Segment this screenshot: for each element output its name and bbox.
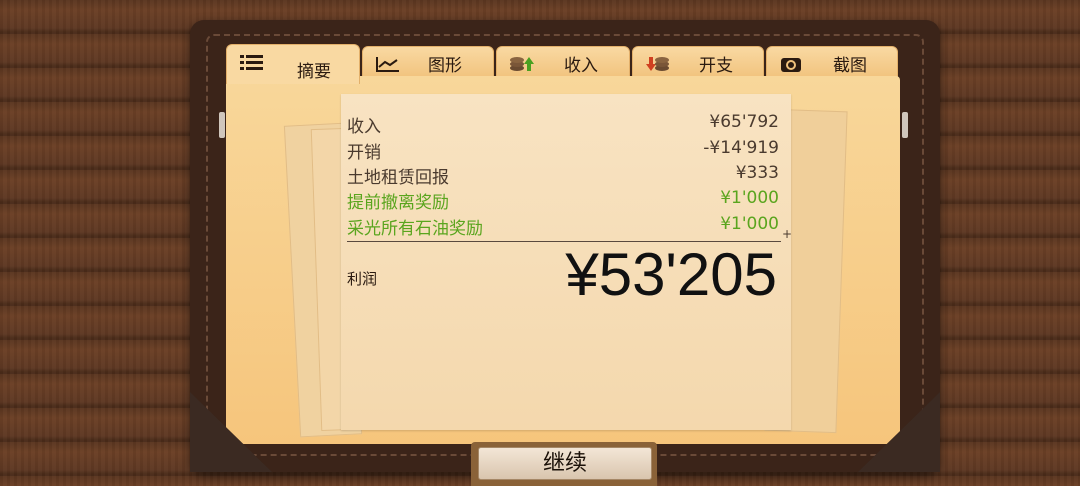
coins-up-icon (509, 55, 535, 73)
camera-icon (779, 55, 805, 73)
tab-graph[interactable]: 图形 (362, 46, 494, 80)
sum-plus-sign: + (782, 227, 793, 241)
summary-sheet: 收入 ¥65'792 开销 -¥14'919 土地租赁回报 ¥333 提前撤离奖… (341, 94, 793, 430)
row-label: 采光所有石油奖励 (347, 219, 483, 239)
chart-icon (375, 55, 401, 73)
row-value: ¥65'792 (709, 112, 779, 132)
row-label: 土地租赁回报 (347, 168, 449, 188)
tab-summary[interactable]: 摘要 (226, 44, 360, 84)
binder-corner-left (190, 392, 272, 472)
tab-expenses[interactable]: 开支 (632, 46, 764, 80)
list-icon (239, 53, 265, 71)
tab-income-label: 收入 (564, 55, 598, 76)
summary-row-land-lease: 土地租赁回报 ¥333 (347, 163, 779, 188)
tab-screenshot[interactable]: 截图 (766, 46, 898, 80)
row-label: 收入 (347, 117, 381, 137)
row-value: ¥1'000 (720, 214, 779, 234)
row-label: 提前撤离奖励 (347, 193, 449, 213)
binder-clip-right (902, 112, 908, 138)
row-value: ¥1'000 (720, 188, 779, 208)
tab-income[interactable]: 收入 (496, 46, 630, 80)
summary-row-income: 收入 ¥65'792 (347, 112, 779, 137)
profit-value: ¥53'205 (565, 241, 777, 308)
continue-button[interactable]: 继续 (478, 447, 652, 480)
summary-row-expenses: 开销 -¥14'919 (347, 138, 779, 163)
tab-graph-label: 图形 (428, 55, 462, 76)
summary-row-oil-bonus: 采光所有石油奖励 ¥1'000 (347, 214, 779, 239)
tab-screenshot-label: 截图 (833, 55, 867, 76)
row-value: -¥14'919 (703, 138, 779, 158)
tab-summary-label: 摘要 (297, 62, 331, 82)
binder-clip-left (219, 112, 225, 138)
row-label: 开销 (347, 143, 381, 163)
binder-corner-right (858, 392, 940, 472)
coins-down-icon (645, 55, 671, 73)
row-value: ¥333 (735, 163, 779, 183)
summary-row-early-bonus: 提前撤离奖励 ¥1'000 (347, 188, 779, 213)
profit-label: 利润 (347, 270, 378, 288)
tab-expenses-label: 开支 (699, 55, 733, 76)
